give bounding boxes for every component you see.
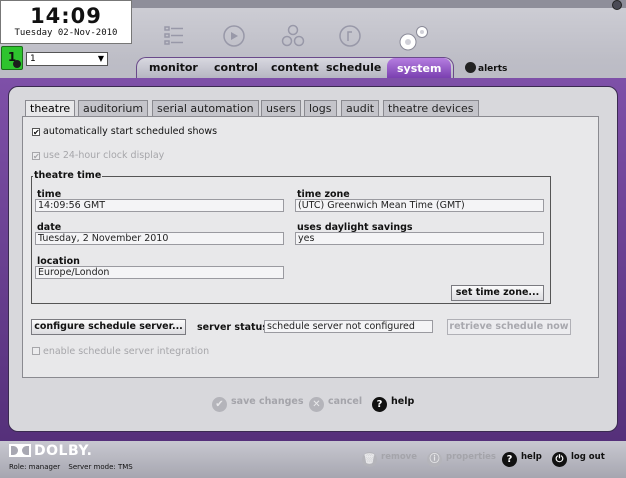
tab-theatre-devices[interactable]: theatre devices	[383, 100, 479, 116]
properties-label: properties	[446, 452, 496, 462]
content-icon[interactable]	[281, 24, 305, 48]
alerts-label: alerts	[478, 64, 508, 74]
main-nav: monitor control content schedule system	[136, 57, 454, 78]
footer-help-button[interactable]: ? help	[502, 452, 542, 467]
checkmark-icon: ✔	[212, 397, 227, 412]
logout-label: log out	[571, 452, 605, 462]
save-label: save changes	[231, 396, 304, 407]
app-window: 14:09 Tuesday 02-Nov-2010 1 1 ▼ monitor …	[0, 0, 626, 478]
dolby-logo-text: DOLBY.	[34, 443, 93, 459]
play-icon[interactable]	[222, 24, 246, 48]
dst-field: yes	[295, 232, 544, 245]
power-icon	[13, 60, 21, 68]
help-icon: ?	[372, 397, 387, 412]
server-mode-text: Server mode: TMS	[68, 463, 133, 471]
cancel-label: cancel	[328, 396, 363, 407]
alert-icon	[465, 62, 476, 73]
role-text: Role: manager	[9, 463, 61, 471]
checkbox-check-icon: ✔	[32, 128, 40, 137]
auto-start-label: automatically start scheduled shows	[43, 126, 218, 137]
tab-serial-automation[interactable]: serial automation	[152, 100, 259, 116]
remove-label: remove	[381, 452, 417, 462]
timezone-field: (UTC) Greenwich Mean Time (GMT)	[295, 199, 544, 212]
nav-content[interactable]: content	[271, 61, 319, 74]
cancel-button[interactable]: ✕ cancel	[309, 396, 362, 412]
window-close-icon[interactable]	[612, 0, 622, 10]
list-icon[interactable]	[162, 24, 186, 48]
server-status-label: server status	[197, 322, 268, 333]
screen-select[interactable]: 1 ▼	[26, 52, 108, 66]
help-label: help	[391, 396, 415, 407]
dolby-double-d-icon	[9, 444, 31, 457]
nav-monitor[interactable]: monitor	[149, 61, 198, 74]
date-field: Tuesday, 2 November 2010	[35, 232, 284, 245]
enable-schedule-checkbox[interactable]: enable schedule server integration	[32, 346, 209, 357]
clock-display: 14:09 Tuesday 02-Nov-2010	[0, 0, 132, 44]
help-button[interactable]: ? help	[372, 396, 414, 412]
clock-time: 14:09	[30, 4, 102, 28]
checkbox-box	[32, 347, 40, 355]
enable-schedule-label: enable schedule server integration	[43, 346, 210, 357]
time-field: 14:09:56 GMT	[35, 199, 284, 212]
clock24-checkbox[interactable]: ✔ use 24-hour clock display	[32, 150, 164, 161]
nav-system[interactable]: system	[387, 58, 452, 78]
tab-auditorium[interactable]: auditorium	[78, 100, 149, 116]
tab-audit[interactable]: audit	[341, 100, 380, 116]
properties-icon: ⓘ	[427, 452, 442, 467]
configure-schedule-server-button[interactable]: configure schedule server...	[31, 319, 186, 335]
location-field: Europe/London	[35, 266, 284, 279]
dolby-logo: DOLBY.	[9, 443, 93, 459]
nav-schedule[interactable]: schedule	[326, 61, 381, 74]
save-changes-button[interactable]: ✔ save changes	[212, 396, 303, 412]
help-icon: ?	[502, 452, 517, 467]
screen-select-value: 1	[30, 54, 36, 64]
clock-date: Tuesday 02-Nov-2010	[14, 28, 118, 38]
properties-button[interactable]: ⓘ properties	[427, 452, 496, 467]
checkbox-check-icon: ✔	[32, 152, 40, 161]
clock24-label: use 24-hour clock display	[43, 150, 165, 161]
tab-logs[interactable]: logs	[304, 100, 337, 116]
set-timezone-button[interactable]: set time zone...	[451, 285, 544, 301]
chevron-down-icon: ▼	[97, 54, 104, 63]
footer-help-label: help	[521, 452, 542, 462]
tab-theatre[interactable]: theatre	[25, 100, 76, 117]
logout-icon: ⏻	[552, 452, 567, 467]
logout-button[interactable]: ⏻ log out	[552, 452, 605, 467]
alerts-button[interactable]: alerts	[465, 62, 507, 74]
screen-status-badge[interactable]: 1	[1, 46, 23, 70]
server-status-field: schedule server not configured	[264, 320, 433, 333]
retrieve-schedule-button[interactable]: retrieve schedule now	[447, 319, 571, 335]
schedule-icon[interactable]	[338, 24, 362, 48]
tab-users[interactable]: users	[261, 100, 301, 116]
auto-start-checkbox[interactable]: ✔ automatically start scheduled shows	[32, 126, 217, 137]
close-icon: ✕	[309, 397, 324, 412]
theatre-time-title: theatre time	[33, 170, 103, 181]
system-gear-icon[interactable]	[390, 22, 436, 58]
nav-control[interactable]: control	[214, 61, 258, 74]
footer-info: Role: manager Server mode: TMS	[9, 463, 139, 471]
trash-icon: 🗑	[362, 452, 377, 467]
remove-button[interactable]: 🗑 remove	[362, 452, 417, 467]
